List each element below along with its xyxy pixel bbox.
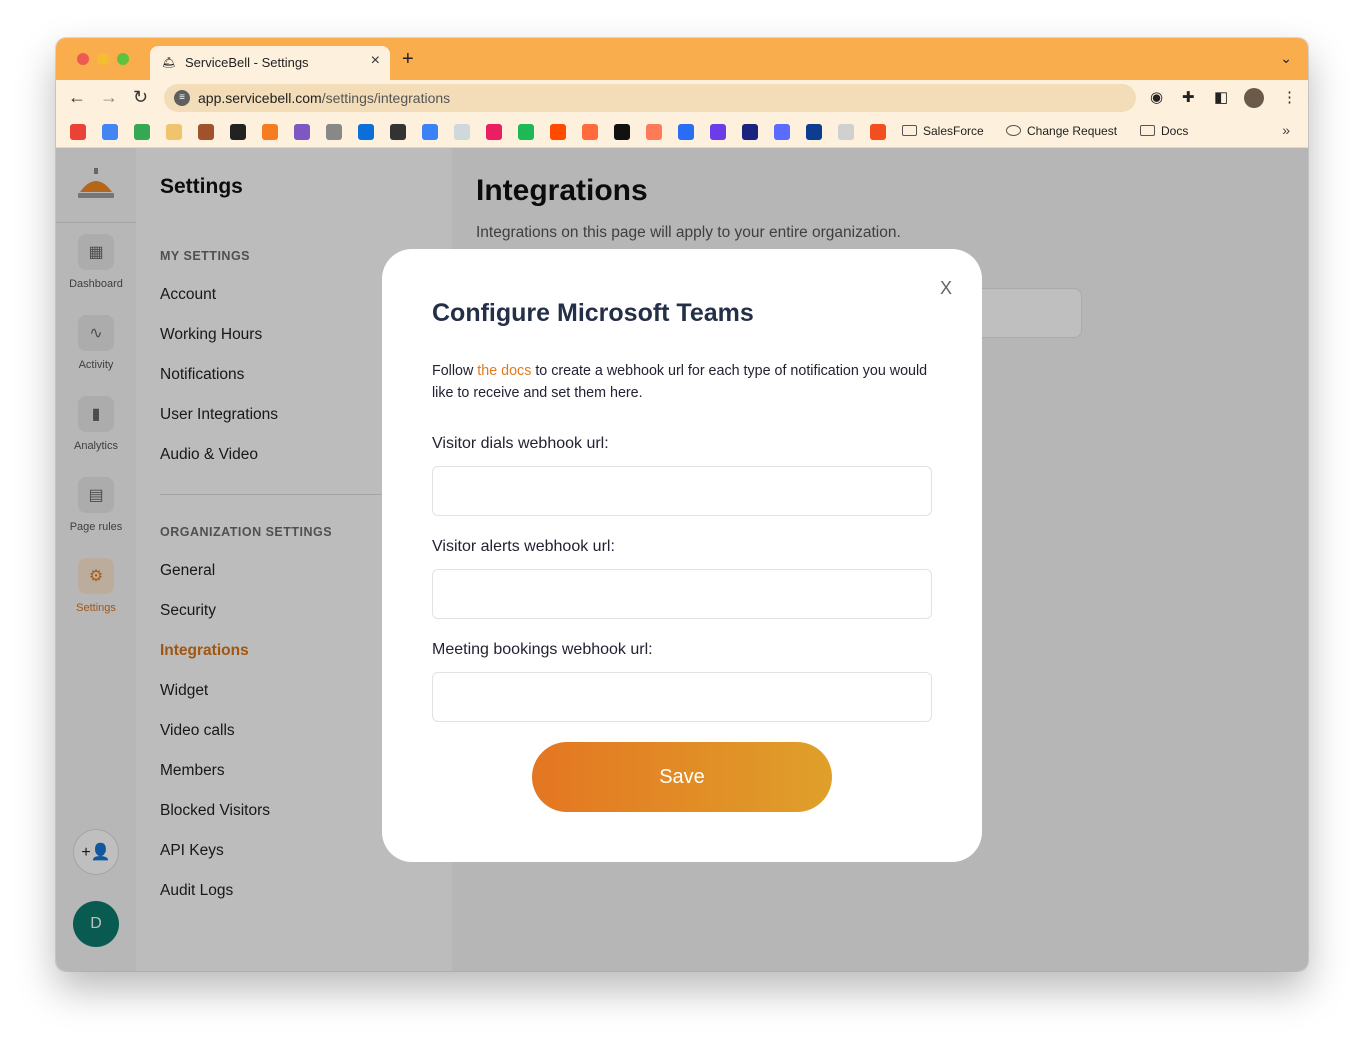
meeting-bookings-label: Meeting bookings webhook url:: [432, 641, 653, 658]
zapier-bookmark-icon[interactable]: [550, 124, 566, 140]
visitor-alerts-label: Visitor alerts webhook url:: [432, 538, 615, 555]
app-bookmark-icon[interactable]: [390, 124, 406, 140]
extensions-puzzle-icon[interactable]: ✚: [1182, 88, 1195, 106]
bookmark-change-request[interactable]: Change Request: [1006, 124, 1117, 138]
browser-window: 🛎 ServiceBell - Settings × + ⌄ ← → ↻ ≡ a…: [56, 38, 1308, 971]
app-bookmark-icon[interactable]: [486, 124, 502, 140]
app-bookmark-icon[interactable]: [838, 124, 854, 140]
servicebell-favicon-icon: 🛎: [162, 57, 176, 69]
bookmarks-bar: SalesForce Change Request Docs »: [56, 116, 1308, 148]
app-bookmark-icon[interactable]: [326, 124, 342, 140]
app-bookmark-icon[interactable]: [742, 124, 758, 140]
meeting-bookings-webhook-input[interactable]: [432, 672, 932, 722]
visitor-dials-label: Visitor dials webhook url:: [432, 435, 609, 452]
configure-teams-modal: X Configure Microsoft Teams Follow the d…: [382, 249, 982, 862]
address-bar[interactable]: ≡ app.servicebell.com/settings/integrati…: [164, 84, 1136, 112]
servicebell-bookmark-icon[interactable]: [166, 124, 182, 140]
bookmark-folder-label: Docs: [1161, 124, 1189, 138]
minimize-window-button[interactable]: [97, 53, 109, 65]
visitor-dials-webhook-input[interactable]: [432, 466, 932, 516]
home-bookmark-icon[interactable]: [198, 124, 214, 140]
url-text[interactable]: app.servicebell.com/settings/integration…: [198, 90, 450, 106]
app-bookmark-icon[interactable]: [518, 124, 534, 140]
app-bookmark-icon[interactable]: [582, 124, 598, 140]
forward-arrow-icon[interactable]: →: [100, 86, 118, 108]
url-host: app.servicebell.com: [198, 90, 322, 106]
password-manager-icon[interactable]: ◉: [1150, 88, 1163, 106]
more-menu-icon[interactable]: ⋮: [1282, 88, 1297, 106]
folder-icon: [902, 125, 917, 136]
app-bookmark-icon[interactable]: [614, 124, 630, 140]
maximize-window-button[interactable]: [117, 53, 129, 65]
bookmark-folder-docs[interactable]: Docs: [1140, 124, 1188, 138]
profile-avatar[interactable]: [1244, 88, 1264, 108]
bookmark-folder-label: SalesForce: [923, 124, 984, 138]
back-arrow-icon[interactable]: ←: [68, 86, 86, 108]
calendar-bookmark-icon[interactable]: [102, 124, 118, 140]
bookmark-label: Change Request: [1027, 124, 1118, 138]
reload-icon[interactable]: ↻: [133, 86, 148, 108]
tab-close-icon[interactable]: ×: [371, 52, 380, 70]
save-button[interactable]: Save: [532, 742, 832, 812]
chevron-down-icon[interactable]: ⌄: [1280, 50, 1292, 67]
drive-bookmark-icon[interactable]: [134, 124, 150, 140]
visitor-alerts-webhook-input[interactable]: [432, 569, 932, 619]
modal-description: Follow the docs to create a webhook url …: [432, 360, 932, 404]
app-bookmark-icon[interactable]: [774, 124, 790, 140]
hubspot-bookmark-icon[interactable]: [646, 124, 662, 140]
tab-strip: 🛎 ServiceBell - Settings × + ⌄: [56, 38, 1308, 80]
app-bookmark-icon[interactable]: [678, 124, 694, 140]
desc-text: Follow: [432, 363, 478, 379]
browser-tab[interactable]: 🛎 ServiceBell - Settings ×: [150, 46, 390, 80]
more-bookmarks-icon[interactable]: »: [1282, 122, 1290, 138]
site-info-icon[interactable]: ≡: [174, 90, 190, 106]
cube-bookmark-icon[interactable]: [262, 124, 278, 140]
app-bookmark-icon[interactable]: [358, 124, 374, 140]
new-tab-button[interactable]: +: [402, 49, 414, 69]
docs-link[interactable]: the docs: [477, 363, 531, 379]
browser-toolbar: ← → ↻ ≡ app.servicebell.com/settings/int…: [56, 80, 1308, 116]
gmail-bookmark-icon[interactable]: [70, 124, 86, 140]
folder-icon: [1140, 125, 1155, 136]
close-icon[interactable]: X: [940, 279, 952, 297]
side-panel-icon[interactable]: ◧: [1214, 88, 1228, 106]
figma-bookmark-icon[interactable]: [870, 124, 886, 140]
github-icon: [1006, 125, 1021, 136]
app-bookmark-icon[interactable]: [294, 124, 310, 140]
app-bookmark-icon[interactable]: [454, 124, 470, 140]
url-path: /settings/integrations: [321, 90, 451, 106]
tab-title: ServiceBell - Settings: [185, 55, 309, 70]
app-bookmark-icon[interactable]: [806, 124, 822, 140]
close-window-button[interactable]: [77, 53, 89, 65]
bookmark-folder-salesforce[interactable]: SalesForce: [902, 124, 984, 138]
app-bookmark-icon[interactable]: [710, 124, 726, 140]
modal-title: Configure Microsoft Teams: [432, 299, 754, 327]
app-bookmark-icon[interactable]: [422, 124, 438, 140]
github-bookmark-icon[interactable]: [230, 124, 246, 140]
